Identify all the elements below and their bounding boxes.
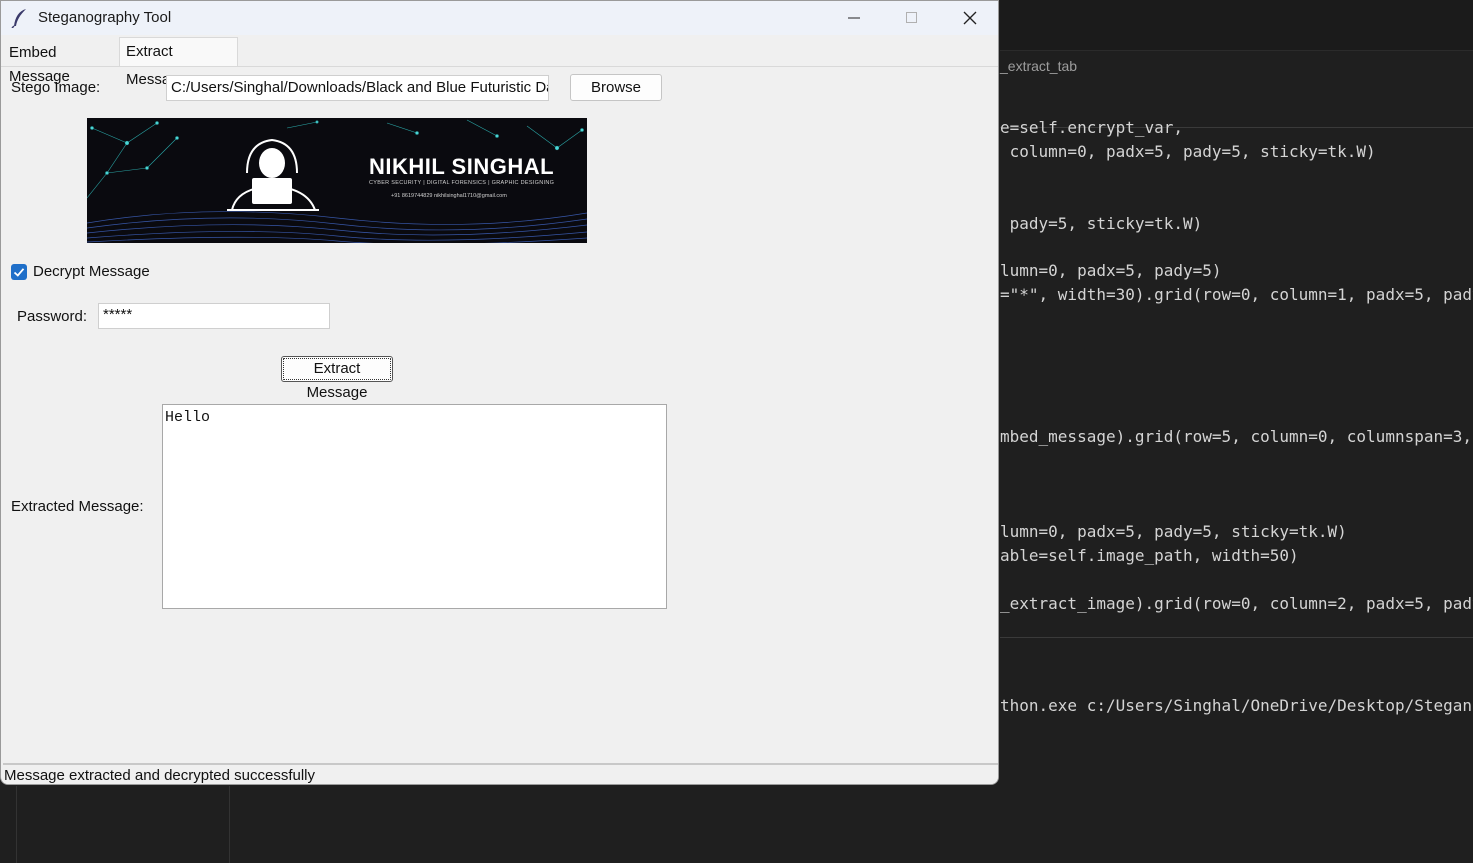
steganography-window: Steganography Tool Embed Message Extract… — [0, 0, 999, 785]
close-button[interactable] — [941, 1, 998, 35]
code-line: mbed_message).grid(row=5, column=0, colu… — [1000, 427, 1473, 446]
title-bar: Steganography Tool — [1, 1, 998, 35]
code-line: ="*", width=30).grid(row=0, column=1, pa… — [1000, 285, 1473, 304]
banner-subtitle: CYBER SECURITY | DIGITAL FORENSICS | GRA… — [369, 180, 555, 186]
checkmark-icon — [13, 268, 25, 277]
browse-button[interactable]: Browse — [570, 74, 662, 101]
banner-name: NIKHIL SINGHAL — [369, 154, 555, 179]
decrypt-message-label: Decrypt Message — [33, 263, 150, 280]
minimize-icon — [848, 17, 860, 19]
minimize-button[interactable] — [825, 1, 883, 35]
notebook-tabs: Embed Message Extract Message — [1, 37, 998, 88]
close-icon — [963, 11, 977, 25]
terminal-line: thon.exe c:/Users/Singhal/OneDrive/Deskt… — [1000, 696, 1473, 715]
editor-breadcrumb: _extract_tab — [1000, 51, 1473, 128]
stego-image-path-input[interactable]: C:/Users/Singhal/Downloads/Black and Blu… — [166, 75, 549, 101]
code-line: column=0, padx=5, pady=5, sticky=tk.W) — [1000, 142, 1376, 161]
decrypt-checkbox[interactable] — [11, 264, 27, 280]
code-line: _extract_image).grid(row=0, column=2, pa… — [1000, 594, 1473, 613]
tab-embed-message[interactable]: Embed Message — [3, 41, 119, 85]
code-line: lumn=0, padx=5, pady=5, sticky=tk.W) — [1000, 522, 1347, 541]
feather-icon — [11, 8, 29, 29]
password-input[interactable]: ***** — [98, 303, 330, 329]
banner-contact: +91 8619744829 nikhilsinghal1710@gmail.c… — [391, 193, 507, 199]
tab-extract-message[interactable]: Extract Message — [119, 37, 238, 88]
code-line: pady=5, sticky=tk.W) — [1000, 214, 1203, 233]
maximize-button[interactable] — [883, 1, 941, 35]
stego-image-label: Stego Image: — [11, 79, 101, 96]
extracted-message-textarea[interactable]: Hello — [162, 404, 667, 609]
code-line: able=self.image_path, width=50) — [1000, 546, 1299, 565]
breadcrumb-text: _extract_tab — [1000, 58, 1078, 74]
extracted-message-label: Extracted Message: — [11, 498, 144, 515]
code-line: lumn=0, padx=5, pady=5) — [1000, 261, 1222, 280]
editor-panel-divider — [1000, 637, 1473, 638]
password-label: Password: — [17, 308, 88, 325]
editor-divider — [229, 786, 230, 863]
editor-divider — [16, 786, 17, 863]
extract-message-button[interactable]: Extract Message — [281, 356, 393, 401]
editor-tab-bar — [1000, 0, 1473, 51]
code-line: e=self.encrypt_var, — [1000, 118, 1184, 137]
status-bar: Message extracted and decrypted successf… — [3, 763, 998, 784]
maximize-icon — [906, 12, 917, 23]
stego-image-preview: NIKHIL SINGHAL CYBER SECURITY | DIGITAL … — [87, 118, 587, 243]
window-title: Steganography Tool — [38, 9, 172, 26]
